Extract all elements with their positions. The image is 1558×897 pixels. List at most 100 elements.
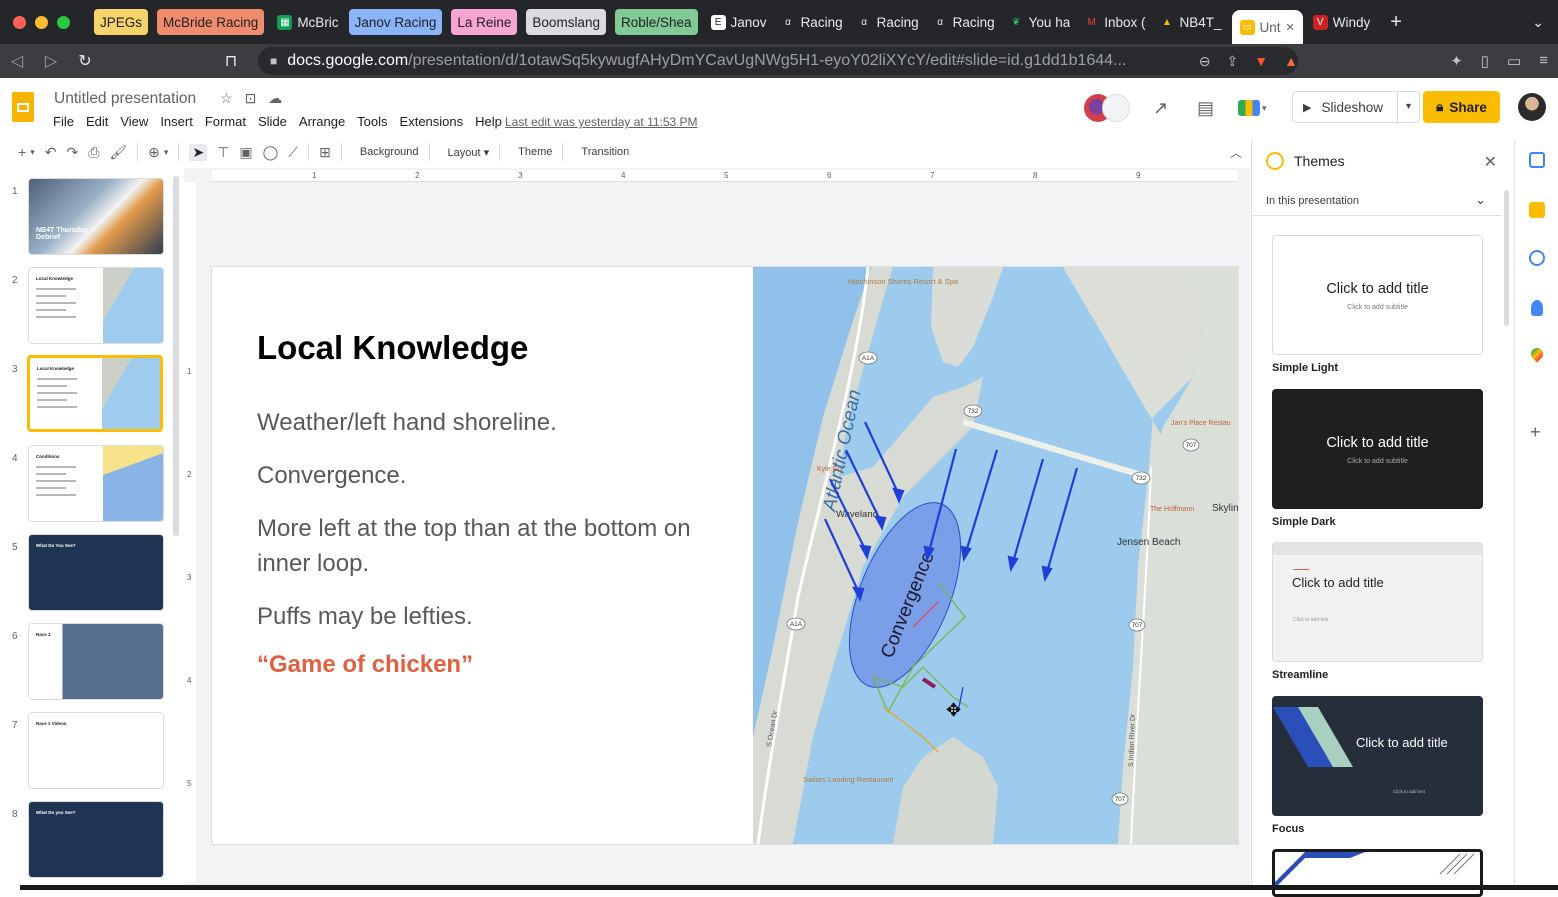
bullet-text[interactable]: Weather/left hand shoreline. bbox=[257, 405, 747, 440]
browser-tab[interactable]: V Windy bbox=[1309, 9, 1375, 35]
menu-arrange[interactable]: Arrange bbox=[299, 114, 345, 129]
bullet-text[interactable]: Puffs may be lefties. bbox=[257, 599, 747, 634]
text-box-icon[interactable]: ⊤ bbox=[217, 144, 229, 161]
browser-tab[interactable]: M Inbox ( bbox=[1080, 9, 1149, 35]
extensions-icon[interactable]: ✦ bbox=[1450, 52, 1463, 70]
sailing-map-image[interactable]: Atlantic Ocean Hutchinson Shores Resort … bbox=[753, 267, 1238, 844]
slide-thumbnail[interactable]: Local Knowledge bbox=[28, 267, 164, 344]
menu-extensions[interactable]: Extensions bbox=[400, 114, 464, 129]
highlight-text[interactable]: “Game of chicken” bbox=[257, 651, 473, 679]
get-addons-icon[interactable]: + bbox=[1530, 422, 1541, 443]
document-title[interactable]: Untitled presentation bbox=[54, 90, 196, 108]
horizontal-ruler[interactable]: 1 2 3 4 5 6 7 8 9 bbox=[212, 170, 1238, 182]
keep-icon[interactable] bbox=[1529, 202, 1545, 218]
browser-tab[interactable]: ❦ You ha bbox=[1005, 9, 1075, 35]
last-edit-link[interactable]: Last edit was yesterday at 11:53 PM bbox=[505, 115, 698, 129]
current-slide[interactable]: Local Knowledge Weather/left hand shorel… bbox=[212, 267, 1238, 844]
browser-tab[interactable]: La Reine bbox=[451, 9, 518, 35]
contacts-icon[interactable] bbox=[1531, 300, 1543, 316]
sidebar-icon[interactable]: ▯ bbox=[1481, 52, 1489, 70]
theme-card-focus[interactable]: Click to add title Click to add text bbox=[1272, 696, 1483, 816]
wallet-icon[interactable]: ▭ bbox=[1507, 52, 1521, 70]
comment-add-icon[interactable]: ⊞ bbox=[319, 144, 331, 161]
brave-rewards-icon[interactable]: ▲ bbox=[1284, 53, 1298, 69]
share-button[interactable]: 🔒︎ Share bbox=[1423, 91, 1500, 123]
close-icon[interactable]: ✕ bbox=[1484, 152, 1497, 172]
menu-slide[interactable]: Slide bbox=[258, 114, 287, 129]
browser-tab[interactable]: Boomslang bbox=[526, 9, 606, 35]
forward-icon[interactable]: ▷ bbox=[34, 51, 68, 71]
theme-card-simple-light[interactable]: Click to add title Click to add subtitle bbox=[1272, 235, 1483, 355]
activity-trend-icon[interactable]: ↗ bbox=[1153, 98, 1168, 119]
menu-file[interactable]: File bbox=[53, 114, 74, 129]
vertical-ruler[interactable]: 1 2 3 4 5 bbox=[184, 182, 196, 882]
new-slide-icon[interactable]: + bbox=[18, 144, 26, 160]
slide-thumbnail[interactable]: What Do you See? bbox=[28, 801, 164, 878]
browser-tab[interactable]: ▦ McBric bbox=[273, 9, 342, 35]
zoom-icon[interactable]: ⊖ bbox=[1199, 53, 1211, 70]
themes-scrollbar[interactable] bbox=[1504, 190, 1509, 326]
menu-format[interactable]: Format bbox=[205, 114, 246, 129]
slide-title[interactable]: Local Knowledge bbox=[257, 329, 528, 367]
maximize-window-button[interactable] bbox=[57, 15, 70, 29]
minimize-window-button[interactable] bbox=[35, 15, 48, 29]
close-window-button[interactable] bbox=[13, 15, 26, 29]
comments-avatar-icon[interactable] bbox=[1102, 94, 1130, 122]
slide-thumbnail[interactable]: Local Knowledge bbox=[27, 355, 163, 432]
comment-icon[interactable]: ▤ bbox=[1197, 98, 1214, 119]
new-slide-dropdown-icon[interactable]: ▾ bbox=[30, 147, 35, 158]
menu-help[interactable]: Help bbox=[475, 114, 502, 129]
collapse-menus-icon[interactable]: ︿ bbox=[1230, 144, 1242, 161]
address-bar[interactable]: ■ docs.google.com /presentation/d/1otawS… bbox=[258, 47, 1298, 75]
back-icon[interactable]: ◁ bbox=[0, 51, 34, 71]
undo-icon[interactable]: ↶ bbox=[45, 144, 57, 161]
cloud-saved-icon[interactable]: ☁ bbox=[268, 90, 282, 107]
browser-tab[interactable]: ▭ Unt ✕ bbox=[1231, 10, 1303, 44]
slide-thumbnail[interactable]: Conditions bbox=[28, 445, 164, 522]
calendar-icon[interactable] bbox=[1529, 152, 1545, 168]
slide-thumbnail[interactable]: NB4T Thursday Debrief bbox=[28, 178, 164, 255]
reload-icon[interactable]: ↻ bbox=[68, 51, 102, 71]
maps-icon[interactable] bbox=[1528, 345, 1546, 363]
slideshow-dropdown-icon[interactable]: ▾ bbox=[1397, 92, 1419, 122]
layout-button[interactable]: Layout ▾ bbox=[448, 146, 490, 159]
background-button[interactable]: Background bbox=[360, 146, 419, 158]
browser-tab[interactable]: α Racing bbox=[929, 9, 999, 35]
select-tool-icon[interactable]: ➤ bbox=[189, 143, 208, 161]
move-folder-icon[interactable]: ⊡ bbox=[245, 90, 257, 107]
image-icon[interactable]: ▣ bbox=[239, 144, 252, 161]
print-icon[interactable]: ⎙ bbox=[88, 144, 99, 161]
brave-shield-icon[interactable]: ▼ bbox=[1254, 53, 1268, 69]
browser-tab[interactable]: E Janov bbox=[707, 9, 771, 35]
bullet-text[interactable]: More left at the top than at the bottom … bbox=[257, 511, 747, 581]
slide-thumbnail[interactable]: Race 1 bbox=[28, 623, 164, 700]
bookmark-icon[interactable]: ⊓ bbox=[214, 51, 248, 71]
browser-tab[interactable]: McBride Racing bbox=[157, 9, 265, 35]
shape-icon[interactable]: ◯ bbox=[263, 144, 279, 161]
paint-format-icon[interactable]: 🖌︎ bbox=[109, 144, 127, 161]
slide-thumbnail[interactable]: Race 1 Videos bbox=[28, 712, 164, 789]
theme-card-simple-dark[interactable]: Click to add title Click to add subtitle bbox=[1272, 389, 1483, 509]
line-icon[interactable]: ⟋ bbox=[288, 144, 298, 161]
slides-logo-icon[interactable] bbox=[12, 92, 34, 122]
slideshow-button[interactable]: ▶ Slideshow ▾ bbox=[1292, 91, 1420, 123]
account-avatar[interactable] bbox=[1518, 93, 1546, 121]
menu-tools[interactable]: Tools bbox=[357, 114, 387, 129]
themes-section-dropdown[interactable]: In this presentation ⌄ bbox=[1252, 184, 1502, 216]
tasks-icon[interactable] bbox=[1529, 250, 1545, 266]
browser-tab[interactable]: JPEGs bbox=[94, 9, 149, 35]
browser-tab[interactable]: α Racing bbox=[853, 9, 923, 35]
browser-tab[interactable]: Roble/Shea bbox=[614, 9, 698, 35]
menu-insert[interactable]: Insert bbox=[160, 114, 193, 129]
transition-button[interactable]: Transition bbox=[581, 146, 629, 158]
meet-button[interactable]: ▾ bbox=[1238, 93, 1280, 123]
browser-tab[interactable]: α Racing bbox=[777, 9, 847, 35]
menu-edit[interactable]: Edit bbox=[86, 114, 108, 129]
browser-menu-icon[interactable]: ≡ bbox=[1539, 52, 1548, 70]
new-tab-button[interactable]: + bbox=[1390, 11, 1402, 34]
menu-view[interactable]: View bbox=[120, 114, 148, 129]
filmstrip-scrollbar[interactable] bbox=[173, 176, 179, 536]
star-icon[interactable]: ☆ bbox=[220, 90, 233, 107]
theme-button[interactable]: Theme bbox=[518, 146, 552, 158]
browser-tab[interactable]: Janov Racing bbox=[348, 9, 443, 35]
